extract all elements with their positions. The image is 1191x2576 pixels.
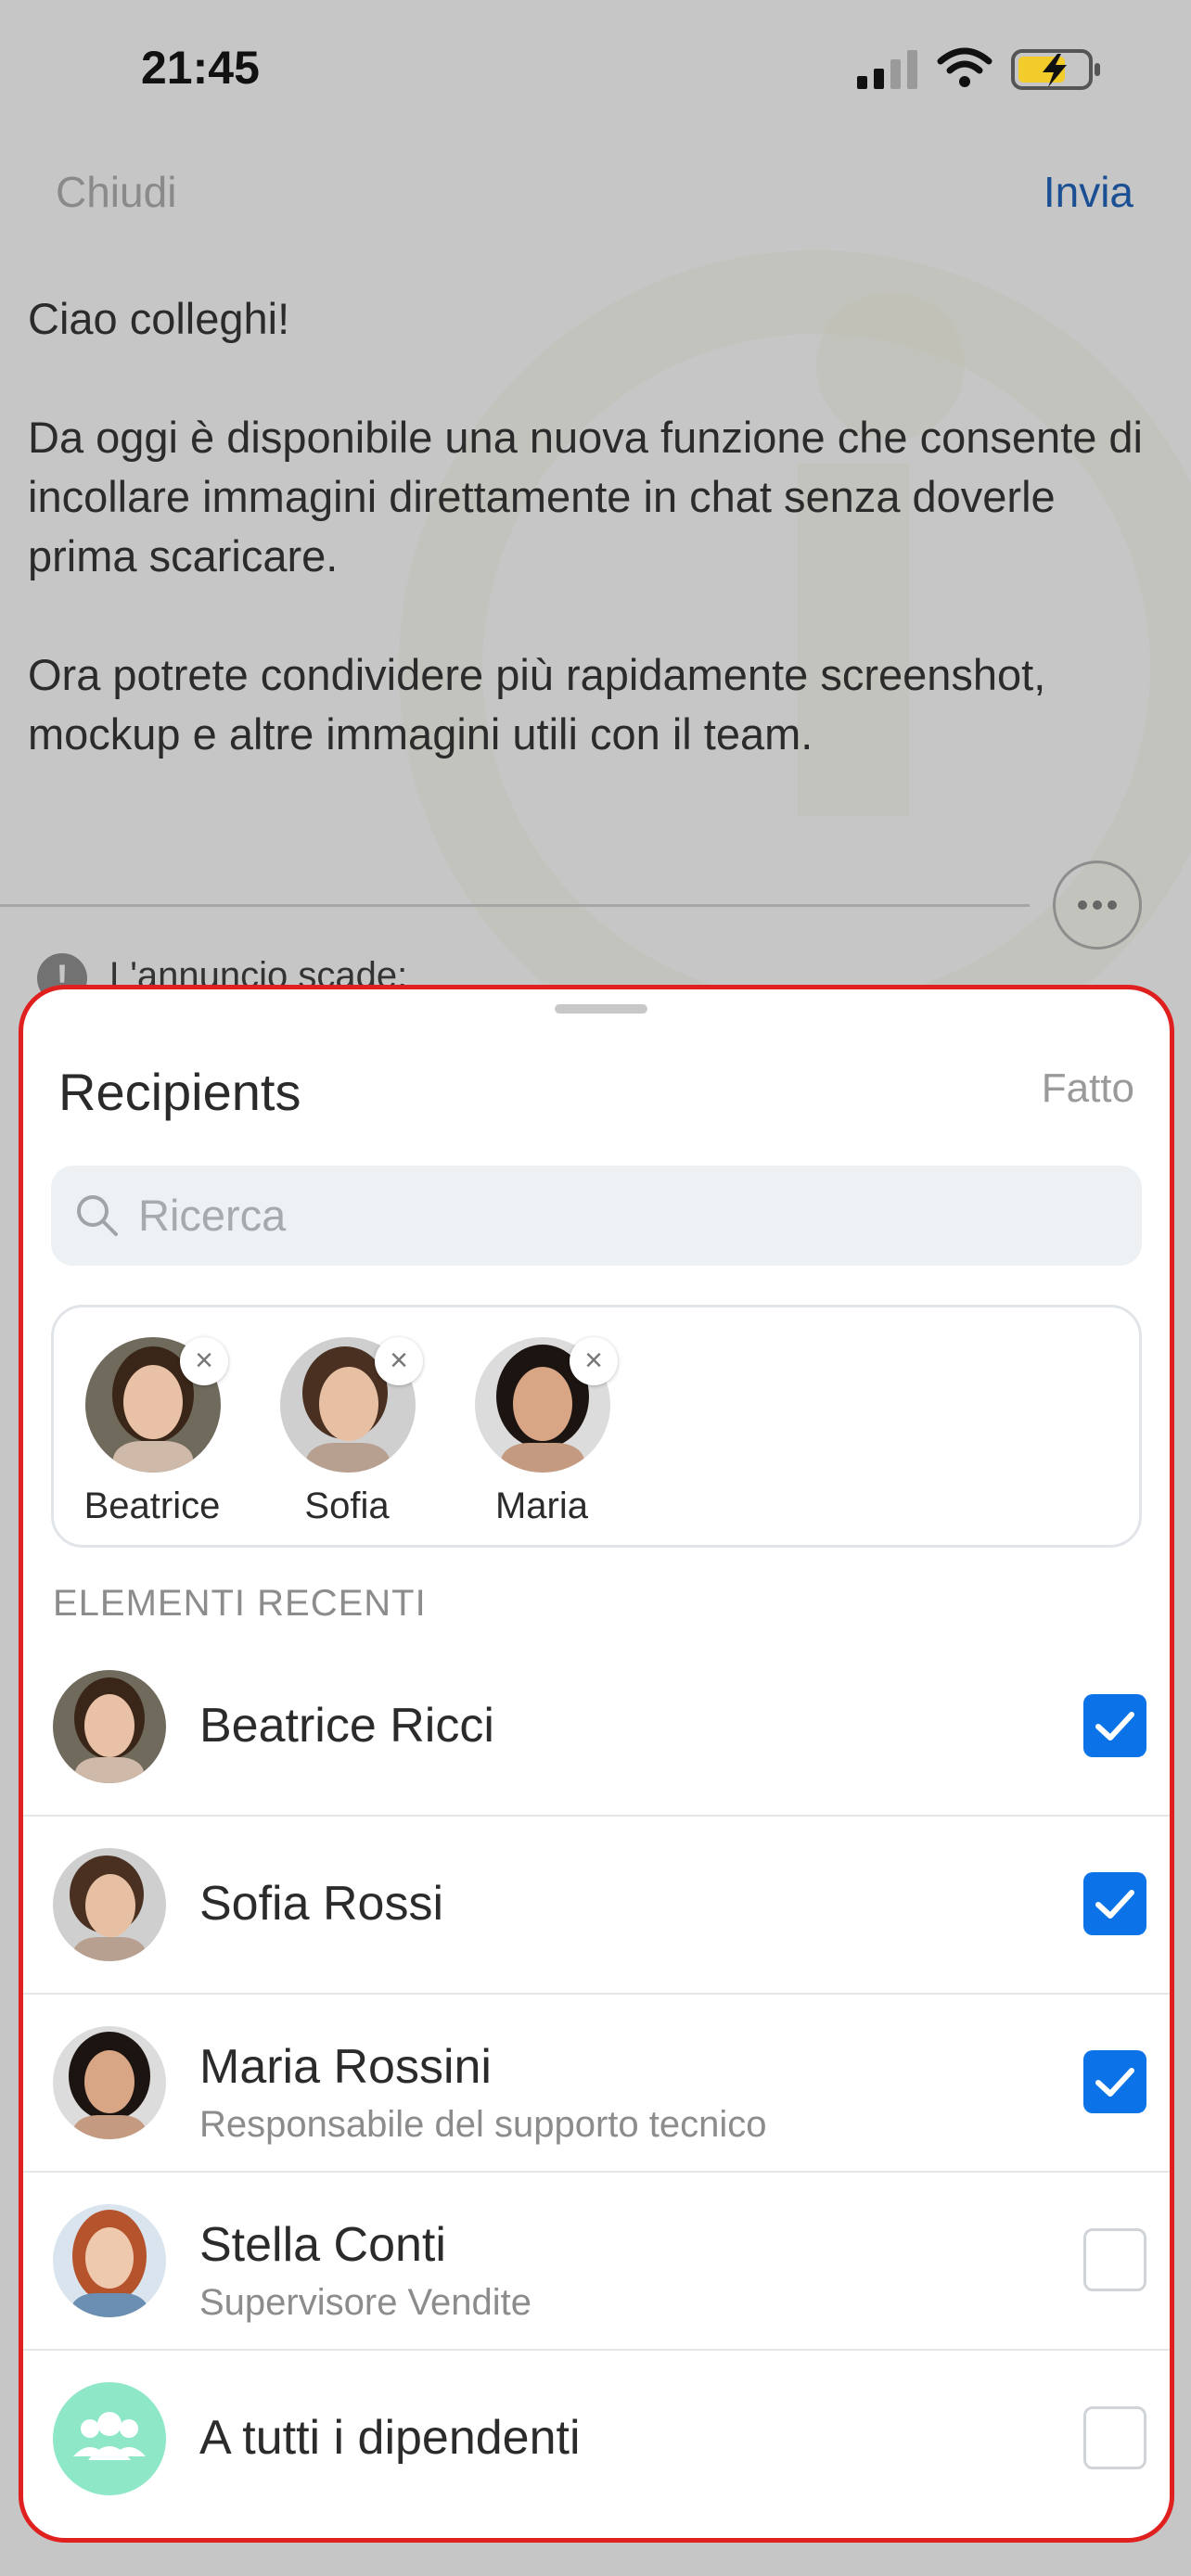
recipient-row[interactable]: Sofia Rossi [23,1817,1170,1995]
selected-chip[interactable]: × Maria [430,1337,618,1532]
message-paragraph: Da oggi è disponibile una nuova funzione… [28,413,1143,580]
selected-chip[interactable]: × Sofia [236,1337,423,1532]
recipient-name: Stella Conti [199,2218,446,2272]
recipient-row[interactable]: Stella Conti Supervisore Vendite [23,2173,1170,2351]
group-icon [53,2382,166,2495]
checkbox-checked[interactable] [1083,1872,1146,1935]
avatar [53,1670,166,1783]
checkbox-checked[interactable] [1083,1694,1146,1757]
status-time: 21:45 [141,42,260,94]
sheet-title: Recipients [58,1063,301,1121]
remove-icon[interactable]: × [180,1337,228,1385]
more-options-button[interactable] [1053,861,1142,950]
sheet-grabber-handle[interactable] [555,1004,647,1014]
recipient-row[interactable]: Maria Rossini Responsabile del supporto … [23,1995,1170,2173]
section-header-recent: ELEMENTI RECENTI [53,1583,427,1624]
checkbox-checked[interactable] [1083,2050,1146,2113]
search-icon [77,1195,118,1236]
close-button[interactable]: Chiudi [56,167,176,217]
search-input[interactable]: Ricerca [51,1166,1142,1266]
battery-charging-icon [1011,49,1100,90]
send-button[interactable]: Invia [1044,167,1133,217]
message-body[interactable]: Ciao colleghi! Da oggi è disponibile una… [28,289,1169,823]
recipients-sheet: Recipients Fatto Ricerca × Beatrice × So… [19,985,1174,2543]
recipient-name: A tutti i dipendenti [199,2411,581,2465]
selected-recipients: × Beatrice × Sofia × Maria [51,1305,1142,1548]
avatar [53,2204,166,2317]
checkmark-icon [1095,1890,1134,1919]
cellular-signal-icon [857,50,917,89]
avatar [53,2026,166,2139]
selected-chip-name: Maria [494,1486,589,1526]
done-button[interactable]: Fatto [1042,1065,1134,1112]
recipient-row[interactable]: A tutti i dipendenti [23,2351,1170,2529]
avatar [53,1848,166,1961]
recipient-name: Maria Rossini [199,2040,492,2094]
recipient-name: Beatrice Ricci [199,1699,494,1753]
recipient-name: Sofia Rossi [199,1877,443,1931]
remove-icon[interactable]: × [570,1337,618,1385]
checkbox-unchecked[interactable] [1083,2228,1146,2291]
search-placeholder: Ricerca [138,1191,287,1240]
wifi-icon [937,47,992,87]
recipient-role: Responsabile del supporto tecnico [199,2104,767,2145]
message-paragraph: Ora potrete condividere più rapidamente … [28,650,1046,759]
recipient-role: Supervisore Vendite [199,2282,532,2323]
selected-chip-name: Sofia [304,1486,390,1526]
checkmark-icon [1095,1712,1134,1741]
remove-icon[interactable]: × [375,1337,423,1385]
selected-chip-name: Beatrice [83,1486,221,1526]
message-paragraph: Ciao colleghi! [28,294,290,343]
selected-chip[interactable]: × Beatrice [41,1337,228,1532]
divider [0,904,1030,907]
checkbox-unchecked[interactable] [1083,2406,1146,2469]
checkmark-icon [1095,2068,1134,2097]
recipient-row[interactable]: Beatrice Ricci [23,1639,1170,1817]
